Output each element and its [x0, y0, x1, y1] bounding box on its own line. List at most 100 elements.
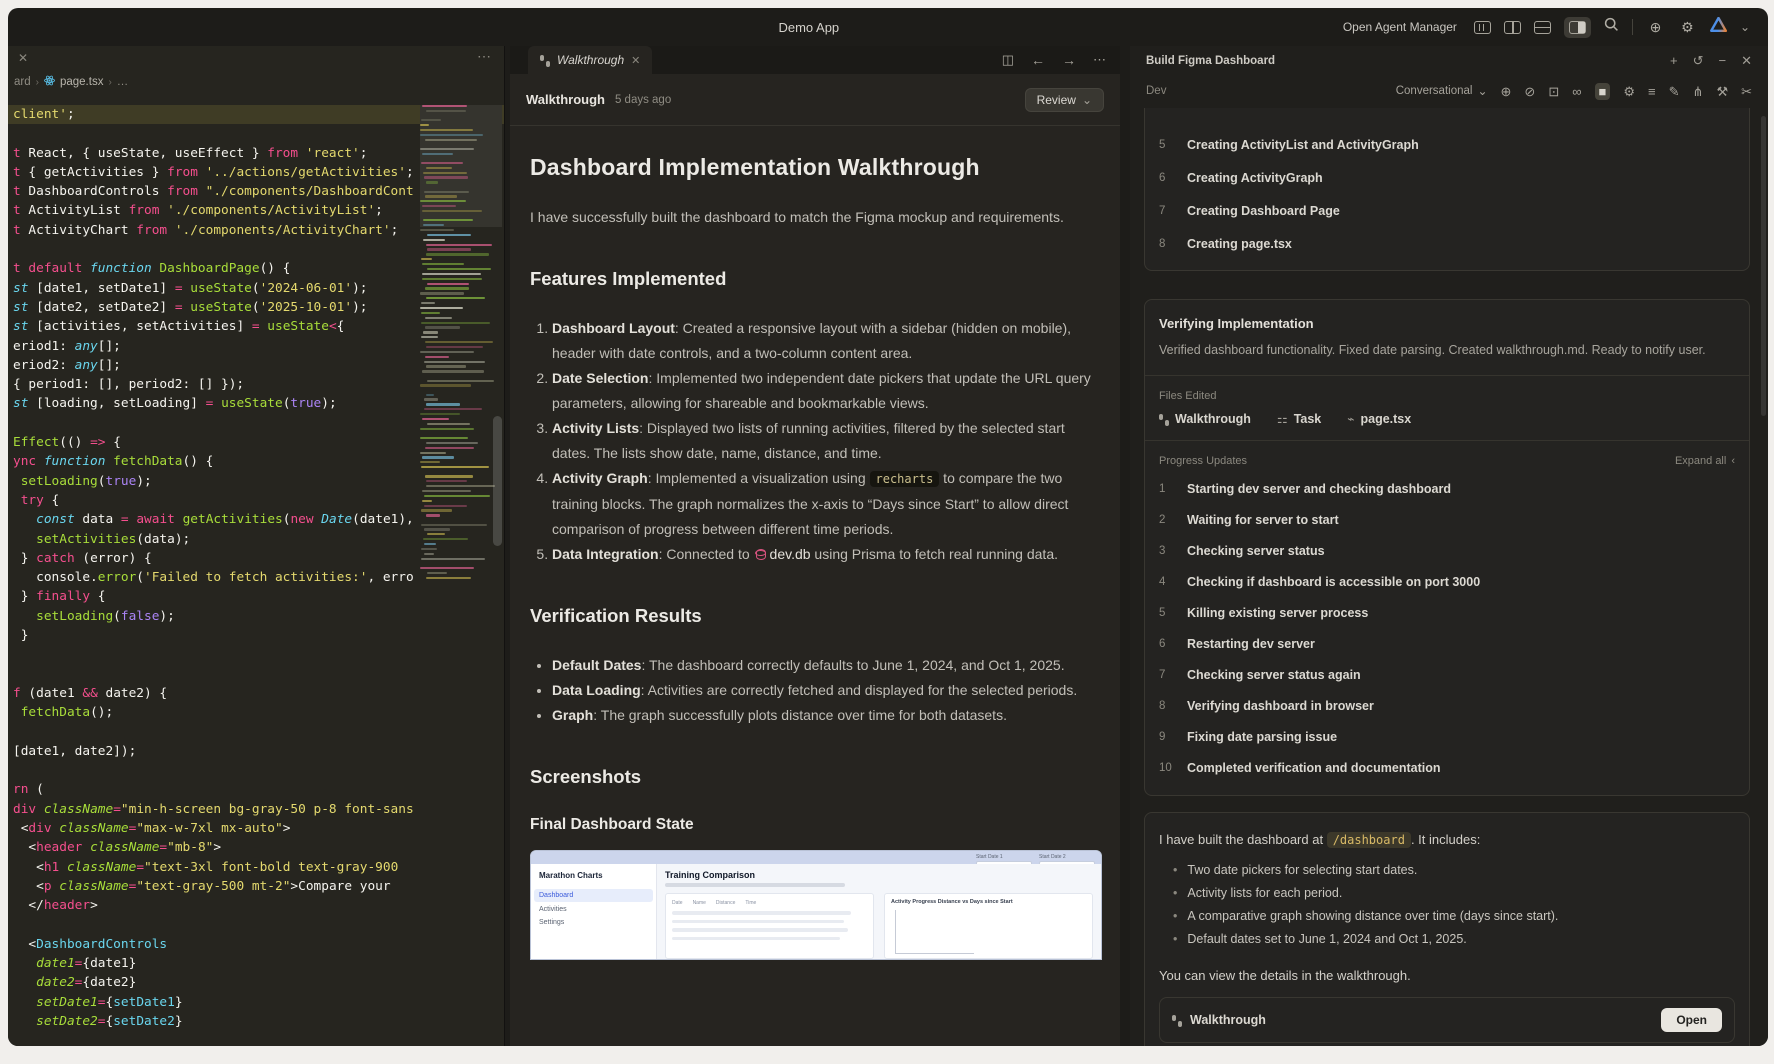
title-bar: Demo App Open Agent Manager ⊕ ⚙ ⌄: [8, 8, 1768, 46]
chevron-down-icon: ⌄: [1477, 84, 1487, 98]
doc-h2-features: Features Implemented: [530, 268, 1106, 290]
doc-h1: Dashboard Implementation Walkthrough: [530, 154, 1106, 181]
back-icon[interactable]: ←: [1031, 52, 1045, 68]
breadcrumb-file[interactable]: page.tsx: [60, 76, 103, 88]
step-row[interactable]: 5 Creating ActivityList and ActivityGrap…: [1159, 128, 1735, 161]
app-window: Demo App Open Agent Manager ⊕ ⚙ ⌄ ✕ ⋯ ar…: [8, 8, 1768, 1046]
doc-intro: I have successfully built the dashboard …: [530, 205, 1105, 230]
chevron-down-icon[interactable]: ⌄: [1740, 20, 1750, 34]
mode-label[interactable]: Dev: [1146, 85, 1166, 97]
file-chip-page-tsx[interactable]: ⌁page.tsx: [1347, 412, 1411, 426]
progress-row[interactable]: 3 Checking server status: [1159, 535, 1735, 566]
dashboard-screenshot[interactable]: Start Date 1 ▾ Start Date 2 ▾ Marathon C…: [530, 850, 1102, 960]
attachment-icon[interactable]: ⊘: [1524, 85, 1535, 98]
inline-code: recharts: [870, 471, 940, 487]
style-dropdown[interactable]: Conversational⌄: [1396, 84, 1488, 98]
search-icon[interactable]: [1604, 17, 1619, 37]
split-vertical-icon[interactable]: [1504, 21, 1521, 34]
list-icon[interactable]: ≡: [1648, 85, 1656, 98]
list-item: Graph: The graph successfully plots dist…: [552, 703, 1106, 728]
file-chip-task[interactable]: ⚏Task: [1277, 412, 1321, 426]
file-chip-walkthrough[interactable]: Walkthrough: [1159, 412, 1251, 426]
tab-label: Walkthrough: [557, 53, 624, 67]
thumb-sidebar: Marathon Charts Dashboard Activities Set…: [531, 864, 657, 959]
ellipsis-icon[interactable]: ⋯: [477, 48, 492, 65]
close-icon[interactable]: ✕: [18, 51, 28, 65]
open-agent-manager-button[interactable]: Open Agent Manager: [1343, 20, 1457, 34]
globe-icon[interactable]: ⊕: [1501, 85, 1512, 98]
progress-row[interactable]: 7 Checking server status again: [1159, 659, 1735, 690]
tools-icon[interactable]: ⚒: [1716, 85, 1728, 98]
progress-row[interactable]: 2 Waiting for server to start: [1159, 504, 1735, 535]
walkthrough-icon: [1172, 1014, 1182, 1027]
scissors-icon[interactable]: ✂: [1741, 85, 1752, 98]
progress-row[interactable]: 5 Killing existing server process: [1159, 597, 1735, 628]
breadcrumb-symbol[interactable]: …: [117, 76, 129, 88]
progress-row[interactable]: 6 Restarting dev server: [1159, 628, 1735, 659]
summary-bullet: •Activity lists for each period.: [1159, 882, 1735, 905]
review-button[interactable]: Review ⌄: [1025, 88, 1104, 112]
panel-view-icon[interactable]: ■: [1595, 83, 1611, 100]
chevron-right-icon: ›: [108, 77, 111, 88]
review-label: Review: [1037, 93, 1076, 107]
split-editor-icon[interactable]: ◫: [1002, 52, 1014, 68]
minimap[interactable]: [420, 105, 502, 557]
doc-h3-final-state: Final Dashboard State: [530, 816, 1106, 834]
screen-capture-icon[interactable]: ⊡: [1548, 85, 1559, 98]
right-sidebar-toggle[interactable]: [1564, 17, 1591, 38]
more-actions-icon[interactable]: ⋯: [1093, 52, 1106, 68]
document-content[interactable]: Dashboard Implementation Walkthrough I h…: [510, 126, 1120, 1046]
bullet-icon: •: [1173, 859, 1177, 882]
expand-all-button[interactable]: Expand all‹: [1675, 455, 1735, 467]
step-row[interactable]: 6 Creating ActivityGraph: [1159, 161, 1735, 194]
list-item: Dashboard Layout: Created a responsive l…: [552, 316, 1106, 366]
branch-icon[interactable]: ⋔: [1693, 85, 1704, 98]
settings-gear-icon[interactable]: ⚙: [1678, 18, 1697, 37]
walkthrough-pane: Walkthrough ✕ ◫ ← → ⋯ Walkthrough 5 days…: [510, 46, 1120, 1046]
forward-icon[interactable]: →: [1062, 52, 1076, 68]
progress-row[interactable]: 1 Starting dev server and checking dashb…: [1159, 473, 1735, 504]
close-icon[interactable]: ✕: [631, 54, 640, 67]
tab-walkthrough[interactable]: Walkthrough ✕: [528, 46, 652, 74]
step-row[interactable]: 7 Creating Dashboard Page: [1159, 194, 1735, 227]
progress-row[interactable]: 9 Fixing date parsing issue: [1159, 721, 1735, 752]
toolbar-divider: [1632, 19, 1633, 35]
verification-card: Verifying Implementation Verified dashbo…: [1144, 299, 1750, 796]
pen-icon[interactable]: ✎: [1669, 85, 1680, 98]
agent-feed[interactable]: 5 Creating ActivityList and ActivityGrap…: [1144, 108, 1750, 1046]
breadcrumb[interactable]: ard › page.tsx › …: [8, 72, 504, 92]
doc-h2-verification: Verification Results: [530, 605, 1106, 627]
agent-scrollbar[interactable]: [1761, 116, 1766, 416]
walkthrough-icon: [540, 54, 550, 67]
app-logo-icon[interactable]: [1710, 17, 1727, 37]
new-task-icon[interactable]: +: [1670, 53, 1678, 69]
features-list: Dashboard Layout: Created a responsive l…: [552, 316, 1106, 567]
open-button[interactable]: Open: [1661, 1008, 1722, 1032]
split-horizontal-icon[interactable]: [1534, 21, 1551, 34]
verify-body: Verified dashboard functionality. Fixed …: [1159, 339, 1735, 361]
breadcrumb-folder[interactable]: ard: [14, 76, 31, 88]
step-row[interactable]: 8 Creating page.tsx: [1159, 227, 1735, 260]
history-icon[interactable]: ↺: [1693, 53, 1704, 69]
task-icon: ⚏: [1277, 412, 1288, 426]
summary-intro: I have built the dashboard at /dashboard…: [1159, 829, 1735, 851]
minimize-icon[interactable]: −: [1719, 53, 1727, 69]
progress-row[interactable]: 8 Verifying dashboard in browser: [1159, 690, 1735, 721]
agent-header: Build Figma Dashboard + ↺ − ✕: [1130, 46, 1768, 76]
close-icon[interactable]: ✕: [1741, 53, 1752, 69]
walkthrough-file-row[interactable]: Walkthrough Open: [1159, 997, 1735, 1043]
file-name: Walkthrough: [1190, 1013, 1266, 1027]
layout-columns-icon[interactable]: [1474, 21, 1491, 34]
code-editor-pane: ✕ ⋯ ard › page.tsx › … client'; t React,…: [8, 46, 505, 1046]
link-icon[interactable]: ∞: [1572, 85, 1581, 98]
settings-gear-icon[interactable]: ⚙: [1623, 85, 1635, 98]
document-title: Walkthrough: [526, 92, 605, 107]
progress-row[interactable]: 10 Completed verification and documentat…: [1159, 752, 1735, 783]
summary-bullets: •Two date pickers for selecting start da…: [1159, 859, 1735, 951]
progress-row[interactable]: 4 Checking if dashboard is accessible on…: [1159, 566, 1735, 597]
bullet-icon: •: [1173, 928, 1177, 951]
globe-icon[interactable]: ⊕: [1646, 18, 1665, 37]
list-item: Data Integration: Connected to dev.db us…: [552, 542, 1106, 567]
editor-scrollbar[interactable]: [493, 416, 502, 546]
list-item: Data Loading: Activities are correctly f…: [552, 678, 1106, 703]
